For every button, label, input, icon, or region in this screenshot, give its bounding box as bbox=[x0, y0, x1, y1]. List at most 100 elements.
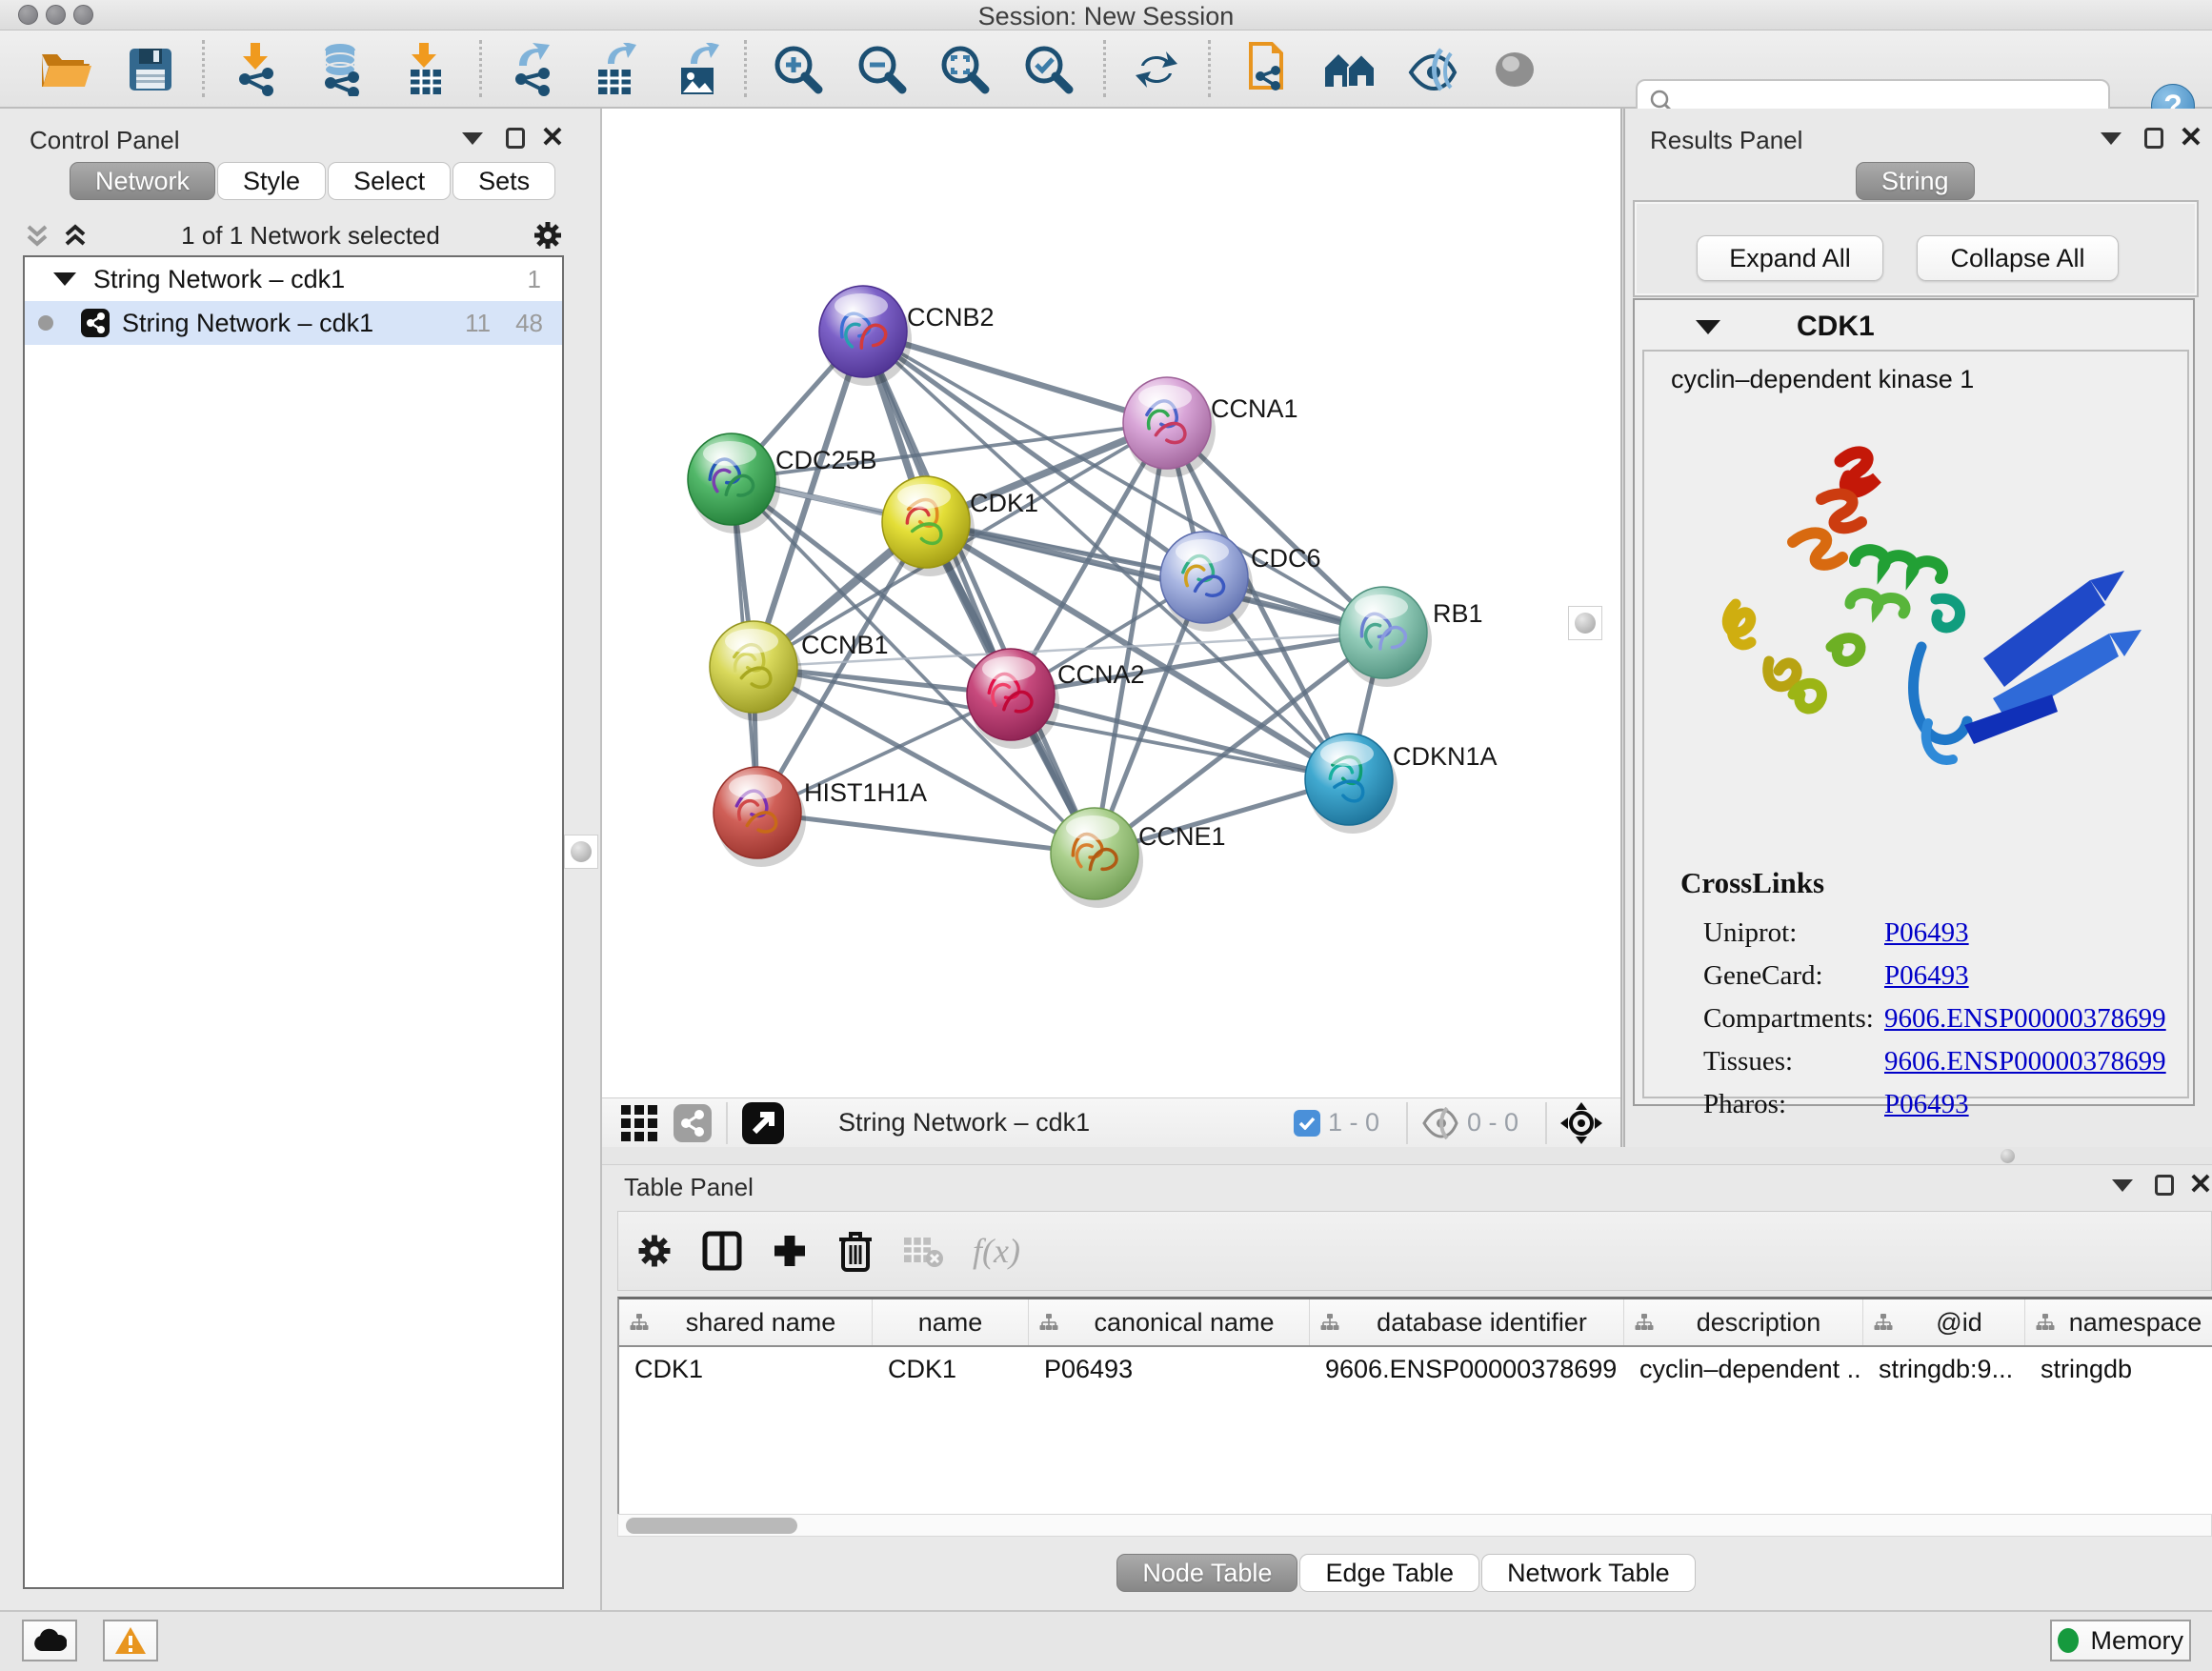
table-cell[interactable]: stringdb:9... bbox=[1863, 1347, 2025, 1391]
network-node-cdc25b[interactable] bbox=[688, 433, 780, 534]
open-session-button[interactable] bbox=[34, 39, 95, 100]
network-node-hist1h1a[interactable] bbox=[714, 767, 806, 867]
results-panel-close-button[interactable]: ✕ bbox=[2174, 124, 2208, 152]
table-panel-collapse-button[interactable] bbox=[2105, 1171, 2140, 1199]
crosslink-link[interactable]: 9606.ENSP00000378699 bbox=[1884, 1003, 2166, 1035]
zoom-fit-button[interactable] bbox=[935, 39, 995, 100]
tab-network-table[interactable]: Network Table bbox=[1481, 1554, 1696, 1592]
table-cell[interactable]: P06493 bbox=[1029, 1347, 1310, 1391]
tab-select[interactable]: Select bbox=[328, 162, 451, 200]
export-table-button[interactable] bbox=[584, 39, 645, 100]
column-header-namespace[interactable]: namespace bbox=[2025, 1299, 2212, 1345]
collapse-all-button[interactable]: Collapse All bbox=[1917, 235, 2119, 281]
column-header--id[interactable]: @id bbox=[1863, 1299, 2025, 1345]
crosslink-link[interactable]: P06493 bbox=[1884, 960, 1969, 992]
network-edge[interactable] bbox=[926, 522, 1383, 633]
add-column-button[interactable] bbox=[771, 1232, 809, 1270]
network-edge[interactable] bbox=[757, 813, 1095, 854]
table-cell[interactable]: 9606.ENSP00000378699 bbox=[1310, 1347, 1624, 1391]
birds-eye-view-button[interactable] bbox=[619, 1103, 659, 1143]
right-splitter-handle[interactable] bbox=[1568, 606, 1602, 640]
network-node-cdkn1a[interactable] bbox=[1305, 734, 1398, 834]
network-options-button[interactable] bbox=[532, 219, 564, 252]
network-node-label: CCNA1 bbox=[1211, 394, 1298, 423]
control-panel-close-button[interactable]: ✕ bbox=[535, 124, 570, 152]
crosslink-link[interactable]: P06493 bbox=[1884, 1089, 1969, 1120]
network-edge[interactable] bbox=[863, 332, 1095, 854]
gene-section-header[interactable]: CDK1 bbox=[1637, 308, 2191, 346]
left-splitter-handle[interactable] bbox=[564, 835, 598, 869]
save-session-button[interactable] bbox=[120, 39, 181, 100]
tab-edge-table[interactable]: Edge Table bbox=[1299, 1554, 1479, 1592]
network-collection-row[interactable]: String Network – cdk1 1 bbox=[25, 257, 562, 301]
results-panel-collapse-button[interactable] bbox=[2094, 124, 2128, 152]
column-header-canonical-name[interactable]: canonical name bbox=[1029, 1299, 1310, 1345]
expand-all-button[interactable]: Expand All bbox=[1697, 235, 1883, 281]
control-panel-collapse-button[interactable] bbox=[455, 124, 490, 152]
import-network-file-button[interactable] bbox=[225, 39, 286, 100]
string-view-button[interactable] bbox=[673, 1103, 713, 1143]
tab-network[interactable]: Network bbox=[70, 162, 215, 200]
horizontal-splitter[interactable] bbox=[602, 1147, 2212, 1164]
zoom-in-button[interactable] bbox=[768, 39, 829, 100]
table-panel-float-button[interactable] bbox=[2147, 1171, 2182, 1199]
column-header-description[interactable]: description bbox=[1624, 1299, 1863, 1345]
export-table-icon bbox=[593, 43, 636, 96]
fit-content-button[interactable] bbox=[1560, 1102, 1602, 1144]
expand-all-networks-button[interactable] bbox=[61, 221, 90, 250]
table-horizontal-scrollbar[interactable] bbox=[617, 1514, 2212, 1537]
tree-expander-icon[interactable] bbox=[53, 272, 76, 286]
first-neighbors-button[interactable] bbox=[1320, 39, 1381, 100]
zoom-selected-button[interactable] bbox=[1018, 39, 1079, 100]
cloud-status-button[interactable] bbox=[22, 1620, 77, 1661]
refresh-button[interactable] bbox=[1126, 39, 1187, 100]
memory-button[interactable]: Memory bbox=[2050, 1620, 2191, 1661]
collapse-all-networks-button[interactable] bbox=[23, 221, 51, 250]
section-expander-icon[interactable] bbox=[1696, 320, 1720, 334]
results-panel-float-button[interactable] bbox=[2137, 124, 2171, 152]
crosslink-link[interactable]: 9606.ENSP00000378699 bbox=[1884, 1046, 2166, 1077]
network-node-ccnb2[interactable] bbox=[819, 286, 912, 386]
network-node-ccna1[interactable] bbox=[1123, 377, 1216, 477]
crosslink-link[interactable]: P06493 bbox=[1884, 917, 1969, 949]
delete-table-button[interactable] bbox=[902, 1234, 944, 1268]
tab-node-table[interactable]: Node Table bbox=[1116, 1554, 1297, 1592]
control-panel-float-button[interactable] bbox=[498, 124, 533, 152]
double-chevron-up-icon bbox=[61, 221, 90, 250]
column-header-shared-name[interactable]: shared name bbox=[619, 1299, 873, 1345]
table-options-button[interactable] bbox=[635, 1232, 674, 1270]
network-node-rb1[interactable] bbox=[1339, 587, 1432, 687]
network-row[interactable]: String Network – cdk1 11 48 bbox=[25, 301, 562, 345]
network-node-cdk1[interactable] bbox=[882, 476, 975, 576]
hide-selected-button[interactable] bbox=[1402, 39, 1463, 100]
network-node-ccne1[interactable] bbox=[1051, 808, 1143, 908]
import-network-database-button[interactable] bbox=[310, 39, 371, 100]
table-row[interactable]: CDK1CDK1P064939606.ENSP00000378699cyclin… bbox=[619, 1347, 2212, 1391]
show-columns-button[interactable] bbox=[702, 1231, 742, 1271]
network-from-file-button[interactable] bbox=[1237, 39, 1297, 100]
table-cell[interactable]: CDK1 bbox=[619, 1347, 873, 1391]
scrollbar-thumb[interactable] bbox=[626, 1518, 797, 1534]
tab-sets[interactable]: Sets bbox=[452, 162, 555, 200]
table-cell[interactable]: cyclin–dependent ... bbox=[1624, 1347, 1863, 1391]
protein-structure-image bbox=[1679, 399, 2155, 837]
function-builder-button[interactable]: f(x) bbox=[973, 1231, 1020, 1271]
zoom-out-button[interactable] bbox=[852, 39, 913, 100]
export-network-button[interactable] bbox=[501, 39, 562, 100]
export-image-button[interactable] bbox=[667, 39, 728, 100]
show-all-button[interactable] bbox=[1484, 39, 1545, 100]
table-cell[interactable]: CDK1 bbox=[873, 1347, 1029, 1391]
tab-string[interactable]: String bbox=[1856, 162, 1975, 200]
column-header-name[interactable]: name bbox=[873, 1299, 1029, 1345]
table-panel-close-button[interactable]: ✕ bbox=[2183, 1171, 2212, 1199]
warnings-button[interactable] bbox=[103, 1620, 158, 1661]
column-header-database-identifier[interactable]: database identifier bbox=[1310, 1299, 1624, 1345]
network-view[interactable]: CCNB2CCNA1CDC25BCDK1CDC6RB1CCNB1CCNA2CDK… bbox=[602, 109, 1621, 1147]
open-in-browser-button[interactable] bbox=[741, 1101, 785, 1145]
table-cell[interactable]: stringdb bbox=[2025, 1347, 2212, 1391]
delete-column-button[interactable] bbox=[837, 1230, 874, 1272]
selected-checkbox[interactable] bbox=[1294, 1110, 1320, 1137]
import-table-file-button[interactable] bbox=[395, 39, 456, 100]
network-canvas[interactable]: CCNB2CCNA1CDC25BCDK1CDC6RB1CCNB1CCNA2CDK… bbox=[602, 109, 1621, 1097]
tab-style[interactable]: Style bbox=[217, 162, 326, 200]
